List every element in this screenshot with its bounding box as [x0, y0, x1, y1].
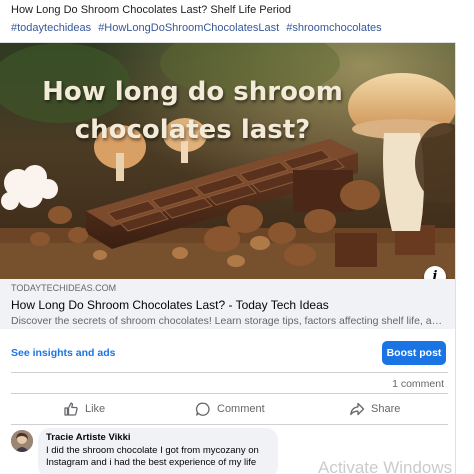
hashtag-shroomchocolates[interactable]: #shroomchocolates: [286, 22, 381, 34]
comment-count[interactable]: 1 comment: [392, 378, 444, 390]
user-avatar-icon: [11, 430, 33, 452]
link-title: How Long Do Shroom Chocolates Last? - To…: [11, 298, 329, 312]
divider: [11, 424, 448, 425]
link-domain: TODAYTECHIDEAS.COM: [11, 283, 117, 293]
windows-activation-watermark: Activate Windows: [318, 458, 453, 474]
divider: [11, 372, 448, 373]
boost-post-button[interactable]: Boost post: [382, 341, 446, 365]
see-insights-link[interactable]: See insights and ads: [11, 347, 115, 359]
share-label: Share: [371, 403, 401, 415]
comment-label: Comment: [217, 403, 265, 415]
post-caption: How Long Do Shroom Chocolates Last? Shel…: [11, 4, 292, 16]
comment-bubble: Tracie Artiste Vikki I did the shroom ch…: [38, 428, 278, 474]
hashtag-todaytechideas[interactable]: #todaytechideas: [11, 22, 91, 34]
hashtag-howlong[interactable]: #HowLongDoShroomChocolatesLast: [98, 22, 279, 34]
like-button[interactable]: Like: [63, 398, 105, 420]
comment-bubble-icon: [195, 402, 210, 416]
commenter-name[interactable]: Tracie Artiste Vikki: [46, 432, 270, 444]
hero-title: How long do shroom chocolates last?: [42, 77, 343, 145]
share-button[interactable]: Share: [349, 398, 400, 420]
divider: [11, 393, 448, 394]
like-label: Like: [85, 403, 106, 415]
hashtag-list: #todaytechideas #HowLongDoShroomChocolat…: [11, 22, 466, 35]
thumbs-up-icon: [64, 402, 78, 416]
avatar[interactable]: [11, 430, 33, 452]
comment-button[interactable]: Comment: [195, 398, 265, 420]
link-preview-meta[interactable]: TODAYTECHIDEAS.COM How Long Do Shroom Ch…: [0, 279, 455, 329]
comment-text: I did the shroom chocolate I got from my…: [46, 445, 259, 468]
share-arrow-icon: [350, 402, 365, 416]
card-right-border: [455, 42, 456, 474]
link-description: Discover the secrets of shroom chocolate…: [11, 315, 444, 327]
link-preview-image[interactable]: How long do shroom chocolates last?: [0, 43, 455, 279]
